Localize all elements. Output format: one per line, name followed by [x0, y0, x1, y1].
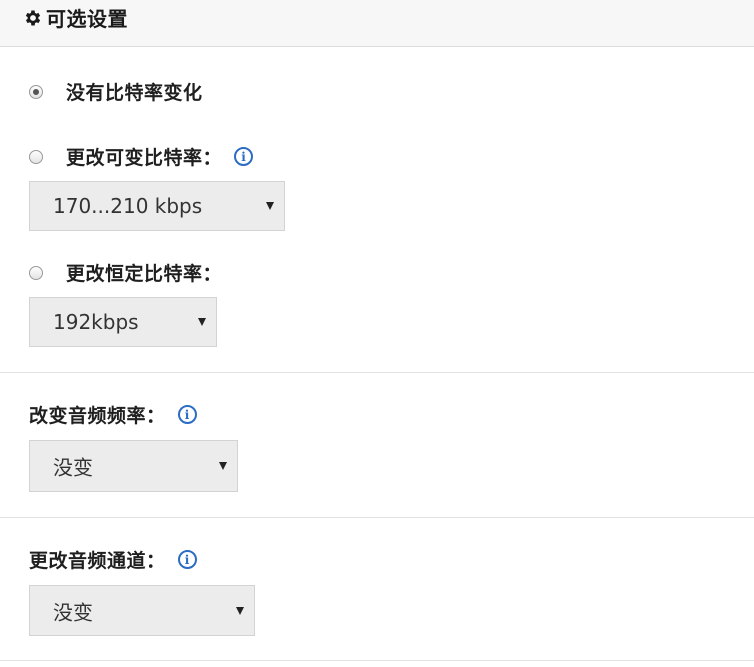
info-icon-frequency[interactable]: i [177, 405, 197, 424]
cbr-select[interactable]: 192kbps [29, 297, 217, 347]
radio-button-cbr[interactable] [29, 265, 43, 280]
options-header: 可选设置 [0, 0, 754, 47]
vbr-select[interactable]: 170...210 kbps [29, 181, 285, 231]
channel-select-value: 没变 [53, 600, 93, 624]
radio-option-no-bitrate-change[interactable]: 没有比特率变化 [29, 78, 203, 105]
channel-label-row: 更改音频通道： i [29, 546, 197, 573]
gear-icon [25, 10, 41, 25]
radio-label-no-bitrate-change: 没有比特率变化 [66, 82, 203, 104]
section-divider [0, 372, 754, 373]
chevron-down-icon [219, 462, 227, 470]
radio-button-vbr[interactable] [29, 149, 43, 164]
radio-label-vbr: 更改可变比特率： [66, 147, 223, 169]
radio-option-vbr[interactable]: 更改可变比特率： i [29, 143, 254, 170]
radio-option-cbr[interactable]: 更改恒定比特率： [29, 259, 222, 286]
frequency-select[interactable]: 没变 [29, 440, 238, 492]
chevron-down-icon [198, 318, 206, 326]
info-icon-vbr[interactable]: i [234, 147, 254, 166]
header-title: 可选设置 [46, 7, 128, 31]
channel-label: 更改音频通道： [29, 550, 166, 572]
info-icon-channel[interactable]: i [177, 550, 197, 569]
chevron-down-icon [236, 606, 244, 615]
cbr-select-value: 192kbps [53, 310, 139, 334]
frequency-label: 改变音频频率： [29, 405, 166, 427]
section-divider [0, 517, 754, 518]
vbr-select-value: 170...210 kbps [53, 194, 203, 218]
radio-label-cbr: 更改恒定比特率： [66, 263, 223, 285]
section-divider [0, 660, 754, 661]
frequency-label-row: 改变音频频率： i [29, 401, 197, 428]
frequency-select-value: 没变 [53, 455, 93, 480]
chevron-down-icon [266, 202, 274, 210]
channel-select[interactable]: 没变 [29, 585, 255, 636]
radio-button-no-bitrate-change[interactable] [29, 84, 43, 99]
